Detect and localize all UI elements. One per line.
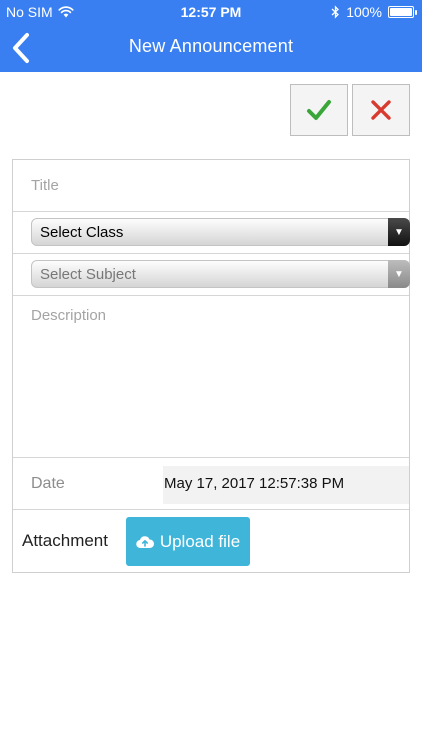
class-row: Select Class ▼ — [13, 212, 410, 254]
subject-select[interactable]: Select Subject ▼ — [31, 260, 410, 288]
cloud-upload-icon — [136, 535, 154, 548]
battery-status: 100% — [331, 4, 417, 20]
page-title: New Announcement — [128, 36, 294, 56]
checkmark-icon — [307, 100, 331, 120]
title-field[interactable]: Title — [13, 160, 409, 212]
close-icon — [371, 100, 391, 120]
status-bar: No SIM 12:57 PM 100% — [0, 0, 422, 24]
title-placeholder: Title — [31, 177, 59, 194]
class-select[interactable]: Select Class ▼ — [31, 218, 410, 246]
date-label: Date — [31, 475, 65, 492]
battery-percent: 100% — [346, 4, 382, 20]
class-select-label: Select Class — [40, 224, 124, 241]
announcement-form: Title Select Class ▼ Select Subject ▼ De… — [12, 159, 410, 573]
description-placeholder: Description — [31, 307, 107, 324]
description-field[interactable]: Description — [13, 296, 409, 458]
upload-file-button[interactable]: Upload file — [126, 517, 250, 566]
subject-row: Select Subject ▼ — [13, 254, 410, 296]
subject-select-label: Select Subject — [40, 266, 136, 283]
dropdown-arrow-icon: ▼ — [388, 260, 410, 288]
attachment-label: Attachment — [22, 531, 108, 550]
battery-icon — [388, 6, 417, 18]
attachment-row: Attachment Upload file — [13, 510, 409, 572]
confirm-button[interactable] — [290, 84, 348, 136]
date-row: Date May 17, 2017 12:57:38 PM — [13, 458, 409, 510]
date-picker-field[interactable]: May 17, 2017 12:57:38 PM — [163, 466, 409, 504]
upload-file-label: Upload file — [159, 531, 241, 551]
cancel-button[interactable] — [352, 84, 410, 136]
header-bar: No SIM 12:57 PM 100% New Announcement — [0, 0, 422, 72]
dropdown-arrow-icon: ▼ — [388, 218, 410, 246]
bluetooth-icon — [331, 5, 340, 19]
